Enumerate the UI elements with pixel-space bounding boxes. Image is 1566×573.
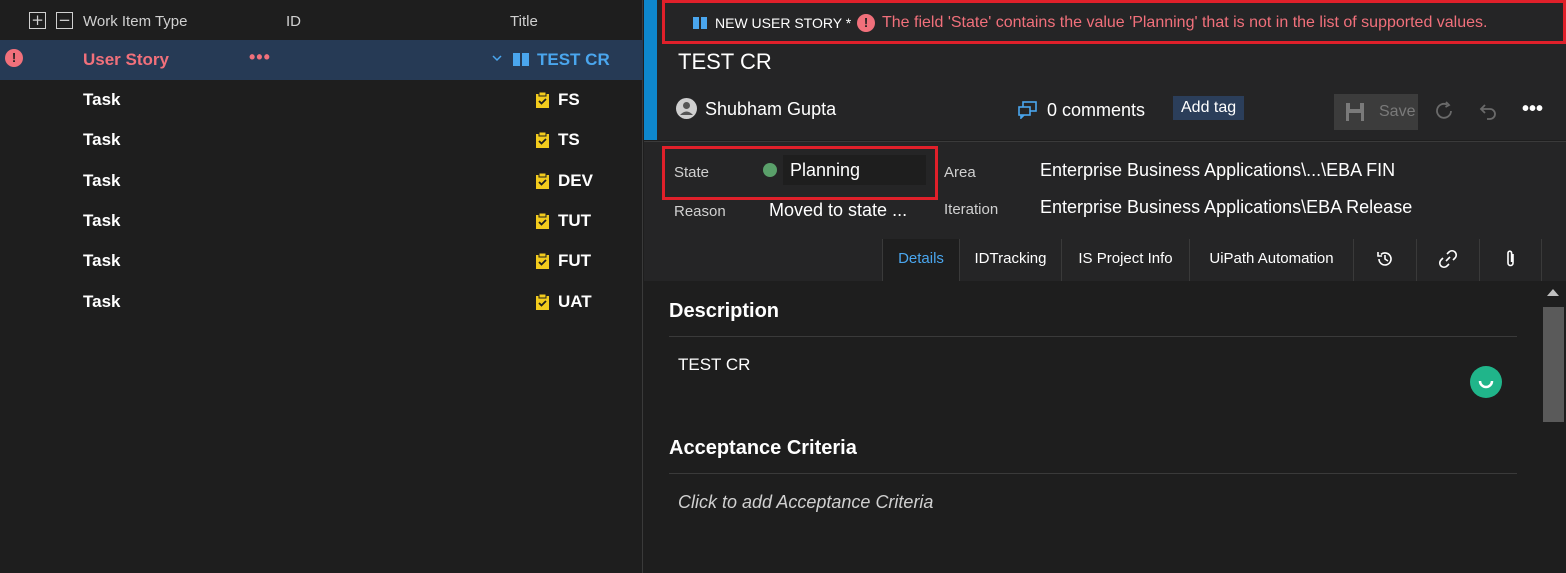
scroll-thumb[interactable] <box>1543 307 1564 422</box>
tab-uipath-automation[interactable]: UiPath Automation <box>1189 239 1353 281</box>
area-label: Area <box>944 164 976 181</box>
book-icon <box>693 17 707 30</box>
row-type: Task <box>83 251 121 270</box>
row-type: Task <box>83 211 121 230</box>
tab-links[interactable] <box>1416 239 1479 281</box>
task-clipboard-icon <box>536 252 549 269</box>
details-content: Description TEST CR Acceptance Criteria … <box>644 282 1539 573</box>
task-clipboard-icon <box>536 293 549 310</box>
work-item-title[interactable]: TEST CR <box>678 49 772 75</box>
save-button[interactable]: Save <box>1334 94 1418 130</box>
acceptance-criteria-heading: Acceptance Criteria <box>669 437 857 459</box>
more-actions-icon[interactable]: ••• <box>249 47 271 68</box>
book-icon <box>513 53 529 67</box>
scroll-up-icon[interactable] <box>1547 289 1559 296</box>
column-id[interactable]: ID <box>286 13 301 30</box>
work-item-kind: NEW USER STORY * <box>715 15 852 31</box>
save-icon <box>1346 103 1364 121</box>
error-message: The field 'State' contains the value 'Pl… <box>882 14 1488 31</box>
row-type: Task <box>83 90 121 109</box>
task-clipboard-icon <box>536 172 549 189</box>
comments-icon[interactable] <box>1018 101 1038 119</box>
collapse-all-icon[interactable]: − <box>56 12 73 29</box>
state-indicator-icon <box>763 163 777 177</box>
assignee[interactable]: Shubham Gupta <box>705 99 836 120</box>
table-row-task[interactable]: Task UAT <box>0 282 643 322</box>
task-clipboard-icon <box>536 131 549 148</box>
state-label: State <box>674 164 710 181</box>
row-type: Task <box>83 130 121 149</box>
table-row-task[interactable]: Task FUT <box>0 241 643 281</box>
iteration-label: Iteration <box>944 201 999 218</box>
grammarly-icon[interactable] <box>1470 366 1502 398</box>
add-tag-button[interactable]: Add tag <box>1173 96 1245 120</box>
work-item-form: NEW USER STORY * ! The field 'State' con… <box>644 0 1566 573</box>
row-title[interactable]: DEV <box>558 171 593 191</box>
column-title[interactable]: Title <box>510 13 538 30</box>
tab-is-project-info[interactable]: IS Project Info <box>1061 239 1189 281</box>
save-label: Save <box>1379 103 1416 120</box>
tab-history[interactable] <box>1353 239 1416 281</box>
tab-idtracking[interactable]: IDTracking <box>959 239 1061 281</box>
expand-all-icon[interactable]: + <box>29 12 46 29</box>
divider <box>669 336 1517 337</box>
link-icon <box>1438 249 1458 269</box>
grid-header: + − Work Item Type ID Title <box>0 0 643 40</box>
tab-attachments[interactable] <box>1479 239 1542 281</box>
error-icon: ! <box>5 49 23 67</box>
history-icon <box>1377 252 1392 266</box>
row-title[interactable]: TEST CR <box>537 50 610 70</box>
table-row-task[interactable]: Task TUT <box>0 201 643 241</box>
row-title[interactable]: UAT <box>558 292 592 312</box>
chevron-down-icon[interactable] <box>492 53 502 63</box>
task-clipboard-icon <box>536 212 549 229</box>
fields-section: State Planning Reason Moved to state ...… <box>644 141 1566 281</box>
row-title[interactable]: FS <box>558 90 580 110</box>
row-title[interactable]: TUT <box>558 211 591 231</box>
acceptance-criteria-field[interactable]: Click to add Acceptance Criteria <box>678 492 933 513</box>
work-item-grid: + − Work Item Type ID Title ! User Story… <box>0 0 643 573</box>
attachment-icon <box>1506 250 1514 267</box>
state-value[interactable]: Planning <box>790 160 860 181</box>
refresh-icon[interactable] <box>1433 100 1455 122</box>
error-banner: NEW USER STORY * ! The field 'State' con… <box>662 0 1566 44</box>
reason-value[interactable]: Moved to state ... <box>769 200 907 221</box>
table-row-task[interactable]: Task FS <box>0 80 643 120</box>
tab-details[interactable]: Details <box>882 239 959 281</box>
more-actions-icon[interactable]: ••• <box>1522 98 1543 121</box>
work-item-color-bar <box>644 0 657 140</box>
scrollbar[interactable] <box>1541 282 1566 573</box>
task-clipboard-icon <box>536 91 549 108</box>
table-row-user-story[interactable]: ! User Story ••• TEST CR <box>0 40 643 80</box>
row-type: User Story <box>83 50 169 69</box>
reason-label: Reason <box>674 203 726 220</box>
undo-icon[interactable] <box>1477 100 1499 122</box>
table-row-task[interactable]: Task TS <box>0 120 643 160</box>
table-row-task[interactable]: Task DEV <box>0 161 643 201</box>
divider <box>669 473 1517 474</box>
row-title[interactable]: TS <box>558 130 580 150</box>
column-work-item-type[interactable]: Work Item Type <box>83 13 187 30</box>
description-text[interactable]: TEST CR <box>678 355 750 375</box>
row-type: Task <box>83 292 121 311</box>
avatar[interactable] <box>676 98 697 119</box>
row-title[interactable]: FUT <box>558 251 591 271</box>
area-value[interactable]: Enterprise Business Applications\...\EBA… <box>1040 160 1395 181</box>
iteration-value[interactable]: Enterprise Business Applications\EBA Rel… <box>1040 197 1412 218</box>
row-type: Task <box>83 171 121 190</box>
description-heading: Description <box>669 300 780 322</box>
error-icon: ! <box>857 14 875 32</box>
comments-link[interactable]: 0 comments <box>1047 100 1145 121</box>
